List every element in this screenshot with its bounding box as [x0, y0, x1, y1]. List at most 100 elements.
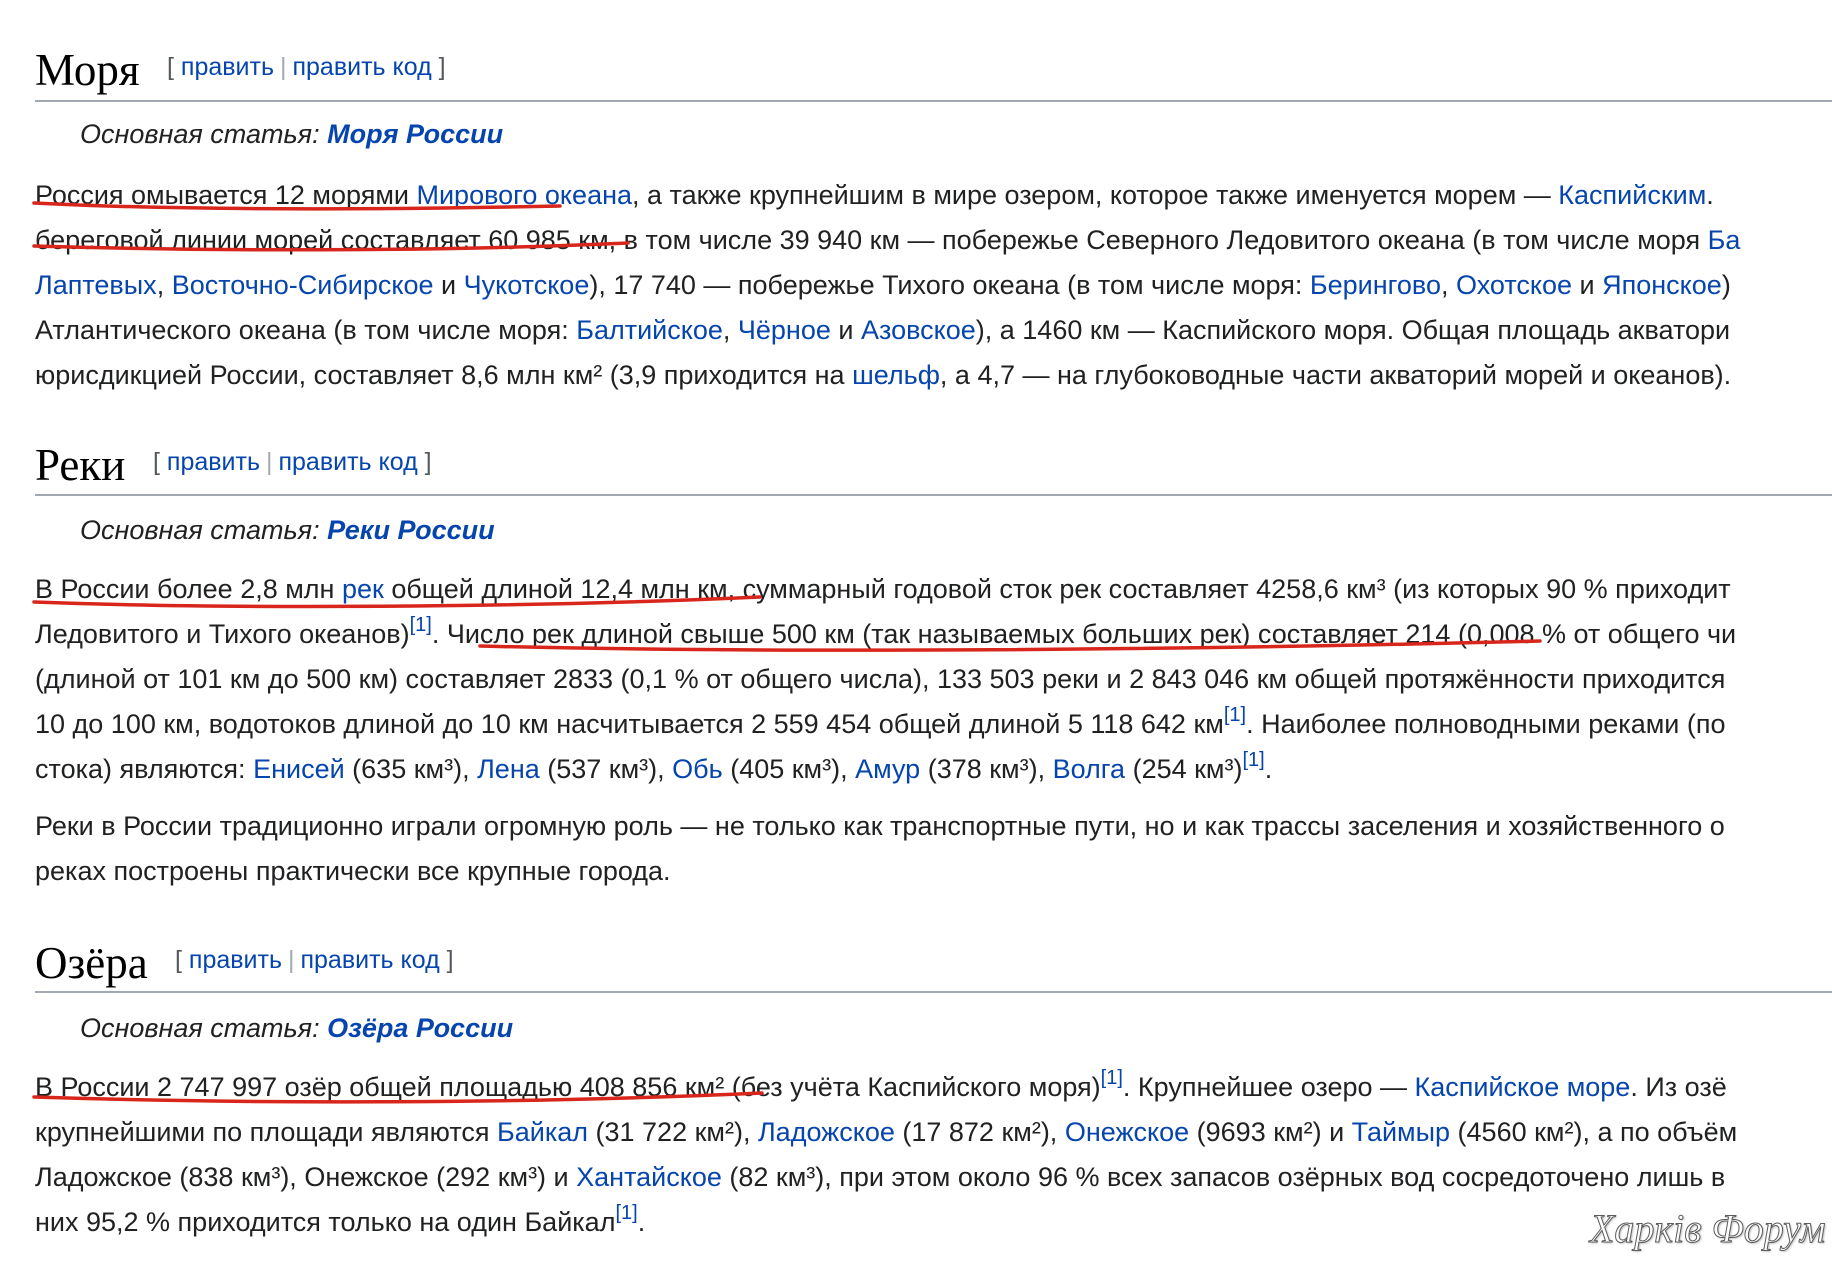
- wiki-link[interactable]: Амур: [855, 754, 920, 784]
- edit-section-links: [ править | править код ]: [175, 946, 454, 974]
- text-run: 10 до 100 км, водотоков длиной до 10 км …: [35, 709, 1224, 739]
- wiki-link[interactable]: Волга: [1053, 754, 1125, 784]
- citation-link[interactable]: [1]: [615, 1202, 637, 1224]
- wiki-link[interactable]: Енисей: [253, 754, 345, 784]
- edit-section-links: [ править | править код ]: [153, 448, 432, 476]
- edit-link[interactable]: править: [189, 946, 282, 974]
- main-article-link-seas[interactable]: Моря России: [327, 119, 503, 149]
- text-run: ,: [722, 315, 738, 345]
- edit-code-link[interactable]: править код: [292, 53, 431, 81]
- paragraph-line: реках построены практически все крупные …: [35, 849, 671, 893]
- heading-rule: [35, 494, 1832, 496]
- edit-link[interactable]: править: [167, 448, 260, 476]
- text-run: реках построены практически все крупные …: [35, 856, 671, 886]
- citation-link[interactable]: [1]: [1242, 749, 1264, 771]
- wiki-link[interactable]: Каспийское море: [1415, 1072, 1631, 1102]
- paragraph-line: В России 2 747 997 озёр общей площадью 4…: [35, 1065, 1727, 1109]
- text-run: береговой линии морей составляет 60 985 …: [35, 225, 1708, 255]
- text-run: В России более 2,8 млн: [35, 574, 342, 604]
- text-run: Россия омывается 12 морями: [35, 180, 417, 210]
- citation-link[interactable]: [1]: [410, 614, 432, 636]
- citation: [1]: [1242, 749, 1264, 771]
- paragraph-line: Ледовитого и Тихого океанов)[1]. Число р…: [35, 612, 1736, 656]
- section-heading-lakes: Озёра: [35, 938, 148, 988]
- wiki-link[interactable]: Каспийским: [1558, 180, 1706, 210]
- citation-link[interactable]: [1]: [1224, 704, 1246, 726]
- text-run: и: [433, 270, 464, 300]
- text-run: (9693 км²) и: [1189, 1117, 1352, 1147]
- article-page: Моря [ править | править код ] Основная ст…: [0, 0, 1832, 1270]
- wiki-link[interactable]: Обь: [672, 754, 723, 784]
- wiki-link[interactable]: шельф: [852, 360, 940, 390]
- main-article-link-lakes[interactable]: Озёра России: [327, 1013, 513, 1043]
- wiki-link[interactable]: Японское: [1602, 270, 1722, 300]
- wiki-link[interactable]: Ладожское: [758, 1117, 895, 1147]
- section-heading-rivers: Реки: [35, 440, 126, 490]
- text-run: Атлантического океана (в том числе моря:: [35, 315, 577, 345]
- paragraph-line: стока) являются: Енисей (635 км³), Лена …: [35, 747, 1272, 791]
- main-article-note: Основная статья: Моря России: [80, 116, 503, 152]
- wiki-link[interactable]: Хантайское: [576, 1162, 722, 1192]
- wiki-link[interactable]: Таймыр: [1352, 1117, 1450, 1147]
- wiki-link[interactable]: Охотское: [1456, 270, 1572, 300]
- main-article-link-rivers[interactable]: Реки России: [327, 515, 495, 545]
- text-run: (17 872 км²),: [894, 1117, 1065, 1147]
- wiki-link[interactable]: Ба: [1708, 225, 1741, 255]
- citation-link[interactable]: [1]: [1101, 1067, 1123, 1089]
- wiki-link[interactable]: Онежское: [1065, 1117, 1189, 1147]
- text-run: ): [1721, 270, 1731, 300]
- text-run: (31 722 км²),: [588, 1117, 758, 1147]
- heading-rule: [35, 991, 1832, 993]
- text-run: ), 17 740 — побережье Тихого океана (в т…: [589, 270, 1310, 300]
- text-run: .: [1706, 180, 1714, 210]
- text-run: стока) являются:: [35, 754, 254, 784]
- text-run: . Наиболее полноводными реками (по: [1246, 709, 1726, 739]
- wiki-link[interactable]: Берингово: [1310, 270, 1441, 300]
- paragraph-line: Ладожское (838 км³), Онежское (292 км³) …: [35, 1155, 1725, 1199]
- forum-watermark: Харків Форум: [1590, 1206, 1827, 1252]
- paragraph-line: (длиной от 101 км до 500 км) составляет …: [35, 657, 1725, 701]
- citation: [1]: [615, 1202, 637, 1224]
- wiki-link[interactable]: Балтийское: [576, 315, 723, 345]
- wiki-link[interactable]: Лена: [477, 754, 540, 784]
- wiki-link[interactable]: Чукотское: [464, 270, 590, 300]
- wiki-link[interactable]: рек: [342, 574, 384, 604]
- text-run: (635 км³),: [344, 754, 478, 784]
- text-run: . Число рек длиной свыше 500 км (так наз…: [431, 619, 1737, 649]
- section-heading-seas: Моря: [35, 45, 140, 95]
- wiki-link[interactable]: Мирового океана: [416, 180, 632, 210]
- text-run: Ледовитого и Тихого океанов): [35, 619, 410, 649]
- paragraph-line: юрисдикцией России, составляет 8,6 млн к…: [35, 353, 1731, 397]
- text-run: .: [1264, 754, 1273, 784]
- text-run: (537 км³),: [539, 754, 673, 784]
- paragraph-line: Россия омывается 12 морями Мирового океа…: [35, 173, 1714, 217]
- wiki-link[interactable]: Восточно-Сибирское: [172, 270, 434, 300]
- text-run: (4560 км²), а по объём: [1450, 1117, 1738, 1147]
- citation: [1]: [1224, 704, 1246, 726]
- paragraph-line: крупнейшими по площади являются Байкал (…: [35, 1110, 1737, 1154]
- text-run: (длиной от 101 км до 500 км) составляет …: [35, 664, 1726, 694]
- text-run: ,: [156, 270, 172, 300]
- text-run: , а также крупнейшим в мире озером, кото…: [632, 180, 1559, 210]
- text-run: .: [637, 1207, 646, 1237]
- main-article-prefix: Основная статья:: [80, 1013, 320, 1043]
- text-run: В России 2 747 997 озёр общей площадью 4…: [35, 1072, 1101, 1102]
- text-run: ,: [1440, 270, 1456, 300]
- text-run: крупнейшими по площади являются: [35, 1117, 498, 1147]
- paragraph-line: них 95,2 % приходится только на один Бай…: [35, 1200, 645, 1244]
- wiki-link[interactable]: Чёрное: [738, 315, 831, 345]
- wiki-link[interactable]: Лаптевых: [35, 270, 157, 300]
- wiki-link[interactable]: Байкал: [497, 1117, 588, 1147]
- text-run: них 95,2 % приходится только на один Бай…: [35, 1207, 616, 1237]
- edit-section-links: [ править | править код ]: [167, 53, 446, 81]
- edit-code-link[interactable]: править код: [300, 946, 439, 974]
- text-run: юрисдикцией России, составляет 8,6 млн к…: [35, 360, 853, 390]
- edit-code-link[interactable]: править код: [278, 448, 417, 476]
- text-run: , а 4,7 — на глубоководные части акватор…: [939, 360, 1732, 390]
- paragraph-line: береговой линии морей составляет 60 985 …: [35, 218, 1740, 262]
- text-run: Реки в России традиционно играли огромну…: [35, 811, 1725, 841]
- text-run: и: [1572, 270, 1603, 300]
- edit-link[interactable]: править: [181, 53, 274, 81]
- text-run: и: [830, 315, 861, 345]
- wiki-link[interactable]: Азовское: [861, 315, 976, 345]
